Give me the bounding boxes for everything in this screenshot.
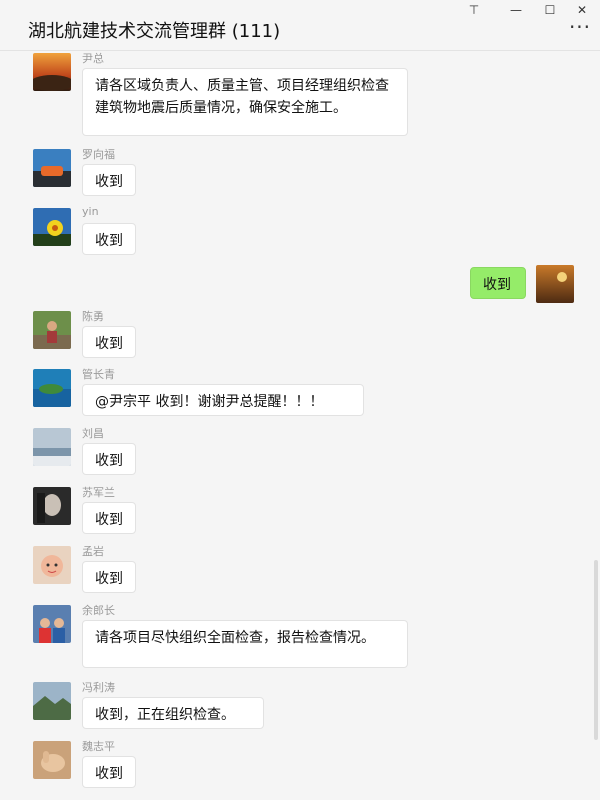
sender-name: 陈勇 <box>82 310 104 323</box>
chat-message: 孟岩 收到 <box>0 543 600 595</box>
message-bubble[interactable]: 收到 <box>82 326 136 358</box>
chat-message-list[interactable]: 尹总 请各区域负责人、质量主管、项目经理组织检查建筑物地震后质量情况，确保安全施… <box>0 50 600 800</box>
chat-message: 冯利涛 收到，正在组织检查。 <box>0 679 600 731</box>
sea-avatar[interactable] <box>33 428 71 466</box>
message-bubble[interactable]: 收到 <box>82 502 136 534</box>
minimize-button[interactable]: — <box>504 1 528 19</box>
message-bubble[interactable]: 收到，正在组织检查。 <box>82 697 264 729</box>
message-bubble[interactable]: 收到 <box>82 561 136 593</box>
portrait-avatar[interactable] <box>33 487 71 525</box>
chat-message: 管长青 @尹宗平 收到！谢谢尹总提醒！！！ <box>0 366 600 418</box>
chat-message: 罗向福 收到 <box>0 146 600 198</box>
sender-name: 余郎长 <box>82 604 115 617</box>
sender-name: 冯利涛 <box>82 681 115 694</box>
message-bubble[interactable]: 收到 <box>82 164 136 196</box>
message-bubble-self[interactable]: 收到 <box>470 267 526 299</box>
child-avatar[interactable] <box>33 546 71 584</box>
chat-message: 刘昌 收到 <box>0 425 600 477</box>
chat-message: 苏军兰 收到 <box>0 484 600 536</box>
message-bubble[interactable]: 收到 <box>82 223 136 255</box>
message-bubble[interactable]: 收到 <box>82 443 136 475</box>
landscape-avatar[interactable] <box>33 682 71 720</box>
flower-avatar[interactable] <box>33 208 71 246</box>
car-avatar[interactable] <box>33 149 71 187</box>
sender-name: yin <box>82 205 99 218</box>
family-avatar[interactable] <box>33 605 71 643</box>
chat-message: 尹总 请各区域负责人、质量主管、项目经理组织检查建筑物地震后质量情况，确保安全施… <box>0 50 600 140</box>
message-bubble[interactable]: @尹宗平 收到！谢谢尹总提醒！！！ <box>82 384 364 416</box>
chat-message: 余郎长 请各项目尽快组织全面检查，报告检查情况。 <box>0 602 600 670</box>
person-outdoor-avatar[interactable] <box>33 311 71 349</box>
sender-name: 刘昌 <box>82 427 104 440</box>
sender-name: 苏军兰 <box>82 486 115 499</box>
sender-name: 罗向福 <box>82 148 115 161</box>
chat-message-self: 收到 <box>0 264 600 304</box>
sender-name: 尹总 <box>82 52 104 65</box>
island-avatar[interactable] <box>33 369 71 407</box>
sender-name: 魏志平 <box>82 740 115 753</box>
message-bubble[interactable]: 收到 <box>82 756 136 788</box>
message-bubble[interactable]: 请各区域负责人、质量主管、项目经理组织检查建筑物地震后质量情况，确保安全施工。 <box>82 68 408 136</box>
hand-avatar[interactable] <box>33 741 71 779</box>
chat-message: 陈勇 收到 <box>0 308 600 360</box>
chat-message: yin 收到 <box>0 205 600 257</box>
window-titlebar: 湖北航建技术交流管理群 (111) ⊤ — ☐ ✕ ··· <box>0 0 600 51</box>
sender-name: 管长青 <box>82 368 115 381</box>
sunset-avatar[interactable] <box>33 53 71 91</box>
chat-message: 魏志平 收到 <box>0 738 600 790</box>
sender-name: 孟岩 <box>82 545 104 558</box>
maximize-button[interactable]: ☐ <box>538 1 562 19</box>
chat-scrollbar[interactable] <box>594 560 598 740</box>
autumn-avatar[interactable] <box>536 265 574 303</box>
chat-title: 湖北航建技术交流管理群 (111) <box>28 21 281 42</box>
message-bubble[interactable]: 请各项目尽快组织全面检查，报告检查情况。 <box>82 620 408 668</box>
pin-button[interactable]: ⊤ <box>462 1 486 19</box>
more-options-button[interactable]: ··· <box>568 17 592 37</box>
